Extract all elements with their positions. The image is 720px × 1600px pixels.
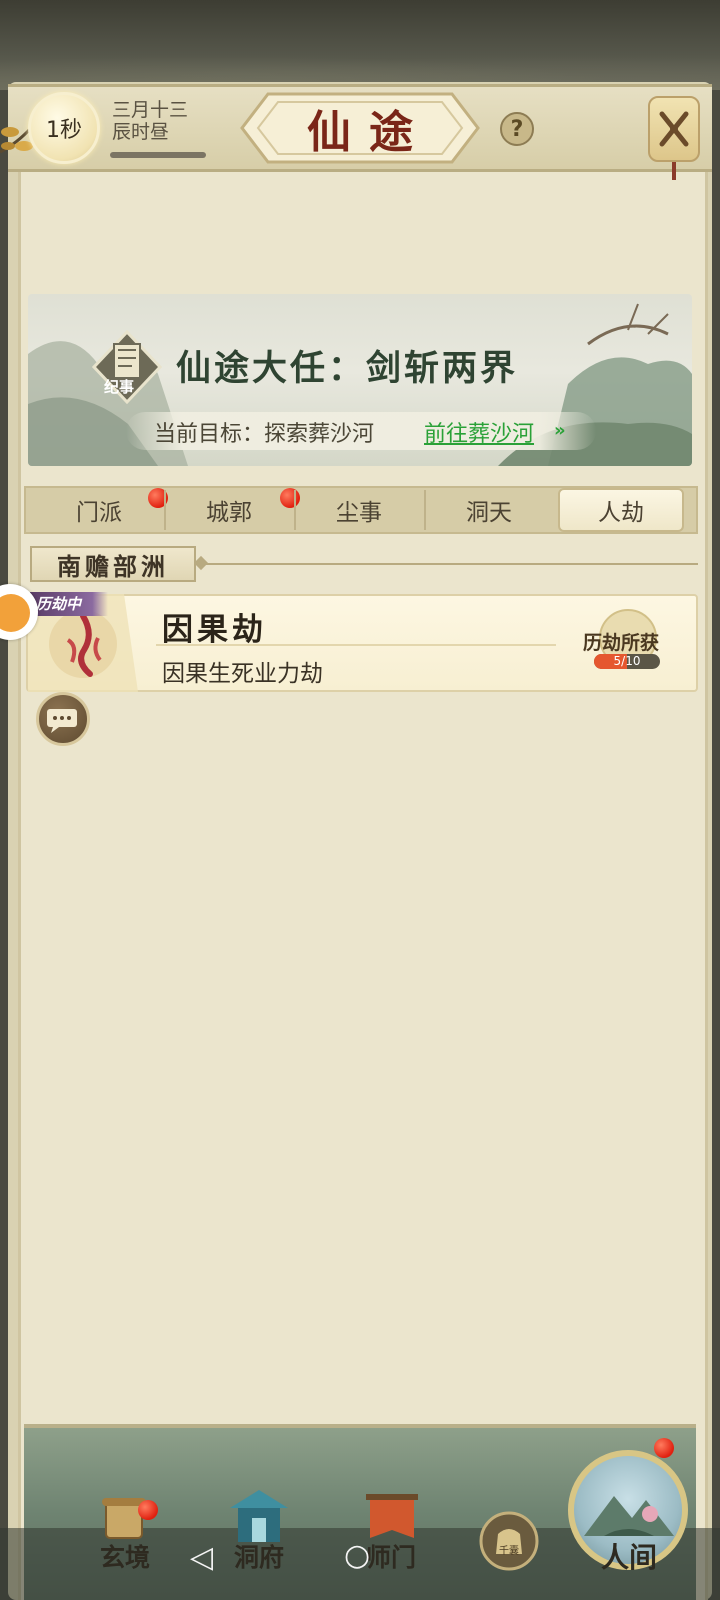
goal-text: 当前目标：探索葬沙河 (154, 422, 375, 447)
tribulation-title: 因果劫 (162, 612, 267, 648)
time-bar (110, 152, 206, 158)
quest-title: 仙途大任：剑斩两界 (176, 348, 519, 389)
date-hour: 辰时昼 (112, 121, 170, 143)
pouch-label: 千囊 (499, 1544, 519, 1557)
nav-xuanjing[interactable]: 玄境 (90, 1534, 160, 1578)
chronicle-label: 纪事 (104, 378, 135, 396)
nav-badge (138, 1500, 158, 1520)
region-title: 南赡部洲 (30, 546, 196, 582)
close-button[interactable] (648, 96, 700, 162)
chat-icon (47, 709, 77, 733)
time-badge[interactable]: 1秒 (28, 92, 100, 164)
goal-link[interactable]: 前往葬沙河 (424, 416, 534, 448)
reward-label: 历劫所获 (583, 632, 660, 654)
nav-dongfu[interactable]: 洞府 (224, 1534, 294, 1578)
help-button[interactable]: ? (500, 112, 534, 146)
top-landscape (0, 0, 720, 90)
nav-renjian[interactable]: 人间 (584, 1534, 674, 1578)
tribulation-subtitle: 因果生死业力劫 (162, 661, 323, 687)
system-back-icon[interactable]: ◁ (190, 1540, 213, 1575)
status-badge: 历劫中 (30, 592, 108, 616)
tab-cave[interactable]: 洞天 (426, 488, 552, 532)
tab-affairs[interactable]: 尘事 (296, 488, 422, 532)
tab-city[interactable]: 城郭 (166, 488, 292, 532)
card-divider (156, 644, 556, 646)
date-month: 三月十三 (112, 99, 189, 121)
pouch-icon: 千囊 (479, 1511, 539, 1571)
page-title: 仙途 (307, 107, 431, 158)
tassel (672, 162, 676, 180)
close-icon (659, 111, 689, 147)
chat-button[interactable] (36, 692, 90, 746)
reward-count: 5/10 (613, 654, 641, 668)
goal-arrow-icon[interactable]: » (554, 420, 566, 441)
system-home-icon[interactable]: ○ (344, 1538, 370, 1573)
region-divider (198, 563, 698, 565)
tab-sect[interactable]: 门派 (36, 488, 162, 532)
nav-badge (654, 1438, 674, 1458)
tab-tribulation[interactable]: 人劫 (558, 488, 684, 532)
